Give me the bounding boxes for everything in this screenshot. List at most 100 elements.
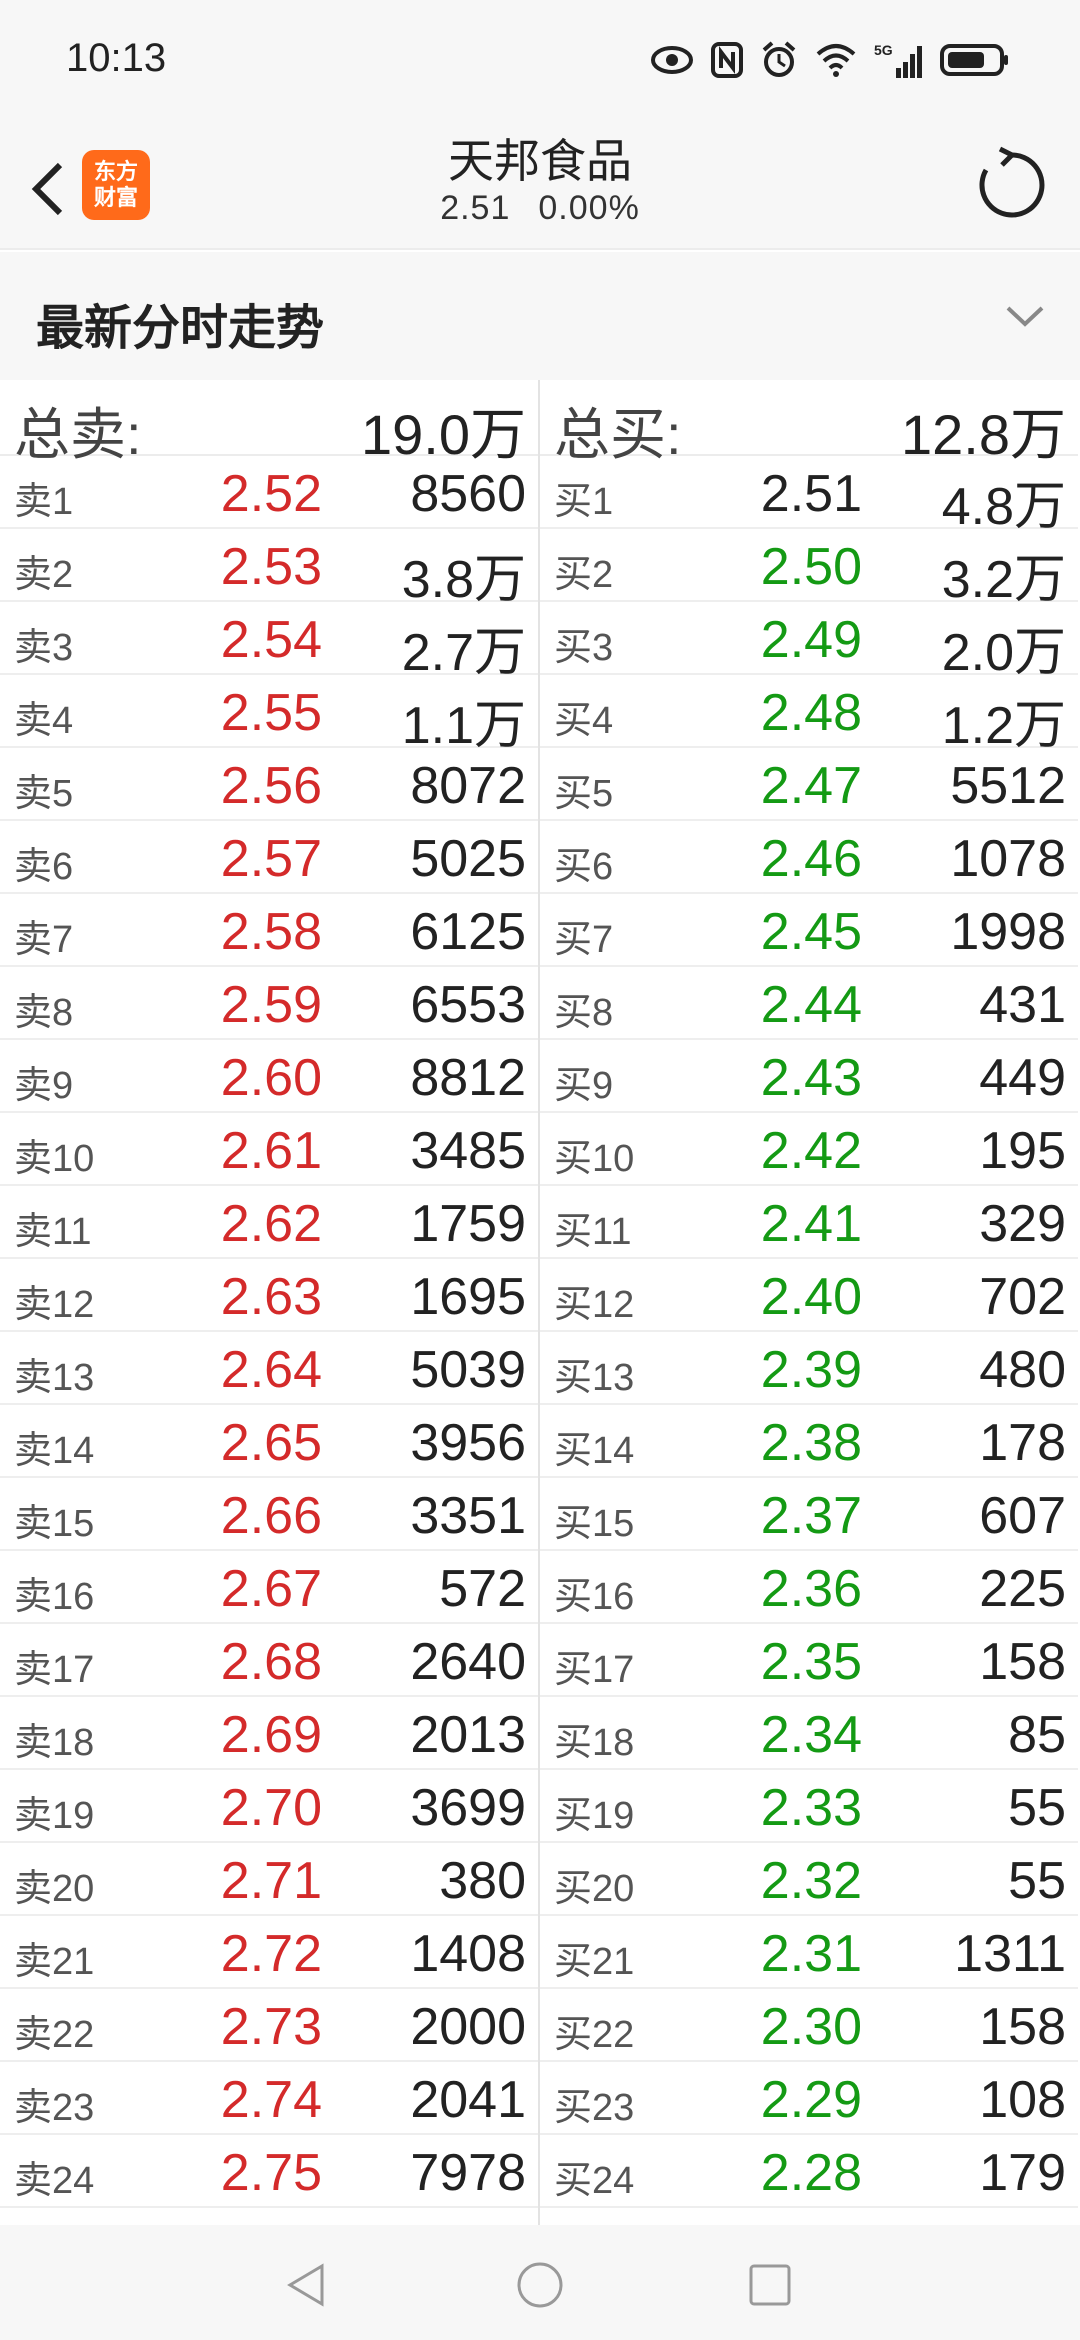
buy-level-row[interactable]: 买13 2.39 480 xyxy=(540,1332,1078,1405)
sell-level-row[interactable]: 卖4 2.55 1.1万 xyxy=(0,675,538,755)
back-triangle-icon[interactable] xyxy=(282,2260,332,2310)
sell-level-row[interactable]: 卖7 2.58 6125 xyxy=(0,894,538,967)
sell-level-label: 卖20 xyxy=(14,1868,95,1910)
buy-level-row[interactable]: 买7 2.45 1998 xyxy=(540,894,1078,967)
buy-level-label: 买21 xyxy=(554,1941,635,1983)
sell-level-volume: 1759 xyxy=(410,1195,526,1253)
sell-level-volume: 8812 xyxy=(410,1049,526,1107)
sell-level-row[interactable]: 卖9 2.60 8812 xyxy=(0,1040,538,1113)
trend-section-header[interactable]: 最新分时走势 xyxy=(0,252,1080,380)
sell-level-row[interactable]: 卖18 2.69 2013 xyxy=(0,1697,538,1770)
sell-level-label: 卖2 xyxy=(14,554,74,596)
sell-level-row[interactable]: 卖12 2.63 1695 xyxy=(0,1259,538,1332)
buy-level-row[interactable]: 买18 2.34 85 xyxy=(540,1697,1078,1770)
buy-level-volume: 108 xyxy=(979,2071,1066,2129)
buy-level-row[interactable]: 买9 2.43 449 xyxy=(540,1040,1078,1113)
sell-level-row[interactable]: 卖3 2.54 2.7万 xyxy=(0,602,538,682)
sell-level-row[interactable]: 卖5 2.56 8072 xyxy=(0,748,538,821)
buy-level-price: 2.45 xyxy=(760,903,862,961)
sell-level-row[interactable]: 卖2 2.53 3.8万 xyxy=(0,529,538,609)
sell-level-row[interactable]: 卖22 2.73 2000 xyxy=(0,1989,538,2062)
sell-level-price: 2.68 xyxy=(220,1633,322,1691)
buy-level-row[interactable]: 买3 2.49 2.0万 xyxy=(540,602,1078,682)
buy-level-volume: 1.2万 xyxy=(941,697,1066,755)
buy-level-volume: 480 xyxy=(979,1341,1066,1399)
buy-level-row[interactable]: 买1 2.51 4.8万 xyxy=(540,456,1078,536)
buy-level-row[interactable]: 买17 2.35 158 xyxy=(540,1624,1078,1697)
home-circle-icon[interactable] xyxy=(515,2260,565,2310)
sell-level-price: 2.59 xyxy=(220,976,322,1034)
status-time: 10:13 xyxy=(66,36,167,80)
buy-level-row[interactable]: 买22 2.30 158 xyxy=(540,1989,1078,2062)
buy-level-row[interactable]: 买12 2.40 702 xyxy=(540,1259,1078,1332)
buy-level-row[interactable]: 买16 2.36 225 xyxy=(540,1551,1078,1624)
buy-level-volume: 5512 xyxy=(950,757,1066,815)
sell-level-label: 卖10 xyxy=(14,1138,95,1180)
sell-level-row[interactable]: 卖20 2.71 380 xyxy=(0,1843,538,1916)
sell-level-row[interactable]: 卖19 2.70 3699 xyxy=(0,1770,538,1843)
stock-quote: 2.51 0.00% xyxy=(0,189,1080,228)
buy-level-row[interactable]: 买21 2.31 1311 xyxy=(540,1916,1078,1989)
signal-5g-icon: 5G xyxy=(874,42,922,78)
buy-level-label: 买16 xyxy=(554,1576,635,1618)
sell-level-price: 2.73 xyxy=(220,1998,322,2056)
buy-level-label: 买20 xyxy=(554,1868,635,1910)
buy-level-volume: 1998 xyxy=(950,903,1066,961)
sell-level-volume: 3485 xyxy=(410,1122,526,1180)
buy-level-label: 买19 xyxy=(554,1795,635,1837)
buy-level-row[interactable]: 买8 2.44 431 xyxy=(540,967,1078,1040)
sell-level-label: 卖23 xyxy=(14,2087,95,2129)
sell-level-price: 2.69 xyxy=(220,1706,322,1764)
buy-level-row[interactable]: 买5 2.47 5512 xyxy=(540,748,1078,821)
sell-level-volume: 3351 xyxy=(410,1487,526,1545)
buy-level-row[interactable]: 买4 2.48 1.2万 xyxy=(540,675,1078,755)
buy-level-row[interactable]: 买6 2.46 1078 xyxy=(540,821,1078,894)
sell-level-row[interactable]: 卖17 2.68 2640 xyxy=(0,1624,538,1697)
sell-level-row[interactable]: 卖16 2.67 572 xyxy=(0,1551,538,1624)
buy-level-volume: 329 xyxy=(979,1195,1066,1253)
chevron-down-icon[interactable] xyxy=(1000,292,1050,342)
sell-level-volume: 3699 xyxy=(410,1779,526,1837)
sell-level-price: 2.75 xyxy=(220,2144,322,2202)
recents-square-icon[interactable] xyxy=(745,2260,795,2310)
buy-level-price: 2.42 xyxy=(760,1122,862,1180)
sell-level-price: 2.64 xyxy=(220,1341,322,1399)
section-title: 最新分时走势 xyxy=(36,302,325,355)
buy-level-price: 2.43 xyxy=(760,1049,862,1107)
buy-level-row[interactable]: 买20 2.32 55 xyxy=(540,1843,1078,1916)
sell-level-row[interactable]: 卖13 2.64 5039 xyxy=(0,1332,538,1405)
buy-level-volume: 4.8万 xyxy=(941,478,1066,536)
buy-level-volume: 3.2万 xyxy=(941,551,1066,609)
buy-level-price: 2.44 xyxy=(760,976,862,1034)
sell-level-row[interactable]: 卖24 2.75 7978 xyxy=(0,2135,538,2208)
sell-level-row[interactable]: 卖11 2.62 1759 xyxy=(0,1186,538,1259)
sell-level-price: 2.67 xyxy=(220,1560,322,1618)
buy-level-row[interactable]: 买23 2.29 108 xyxy=(540,2062,1078,2135)
buy-level-volume: 1078 xyxy=(950,830,1066,888)
sell-level-row[interactable]: 卖8 2.59 6553 xyxy=(0,967,538,1040)
buy-level-row[interactable]: 买19 2.33 55 xyxy=(540,1770,1078,1843)
sell-level-volume: 3956 xyxy=(410,1414,526,1472)
sell-level-row[interactable]: 卖15 2.66 3351 xyxy=(0,1478,538,1551)
sell-level-label: 卖17 xyxy=(14,1649,95,1691)
buy-side: 总买: 12.8万 买1 2.51 4.8万 买2 2.50 3.2万 买3 2.49 2.0万… xyxy=(540,380,1078,2208)
buy-level-row[interactable]: 买10 2.42 195 xyxy=(540,1113,1078,1186)
refresh-button[interactable] xyxy=(972,145,1052,225)
header: 东方 财富 天邦食品 2.51 0.00% xyxy=(0,125,1080,250)
buy-level-row[interactable]: 买14 2.38 178 xyxy=(540,1405,1078,1478)
buy-level-row[interactable]: 买24 2.28 179 xyxy=(540,2135,1078,2208)
sell-level-row[interactable]: 卖10 2.61 3485 xyxy=(0,1113,538,1186)
buy-level-row[interactable]: 买11 2.41 329 xyxy=(540,1186,1078,1259)
buy-level-row[interactable]: 买2 2.50 3.2万 xyxy=(540,529,1078,609)
sell-level-row[interactable]: 卖6 2.57 5025 xyxy=(0,821,538,894)
sell-level-row[interactable]: 卖1 2.52 8560 xyxy=(0,456,538,529)
sell-level-price: 2.54 xyxy=(220,611,322,669)
buy-level-row[interactable]: 买15 2.37 607 xyxy=(540,1478,1078,1551)
sell-level-label: 卖18 xyxy=(14,1722,95,1764)
buy-level-price: 2.49 xyxy=(760,611,862,669)
sell-level-row[interactable]: 卖21 2.72 1408 xyxy=(0,1916,538,1989)
sell-level-row[interactable]: 卖23 2.74 2041 xyxy=(0,2062,538,2135)
sell-level-row[interactable]: 卖14 2.65 3956 xyxy=(0,1405,538,1478)
buy-level-price: 2.28 xyxy=(760,2144,862,2202)
buy-level-label: 买4 xyxy=(554,700,614,742)
